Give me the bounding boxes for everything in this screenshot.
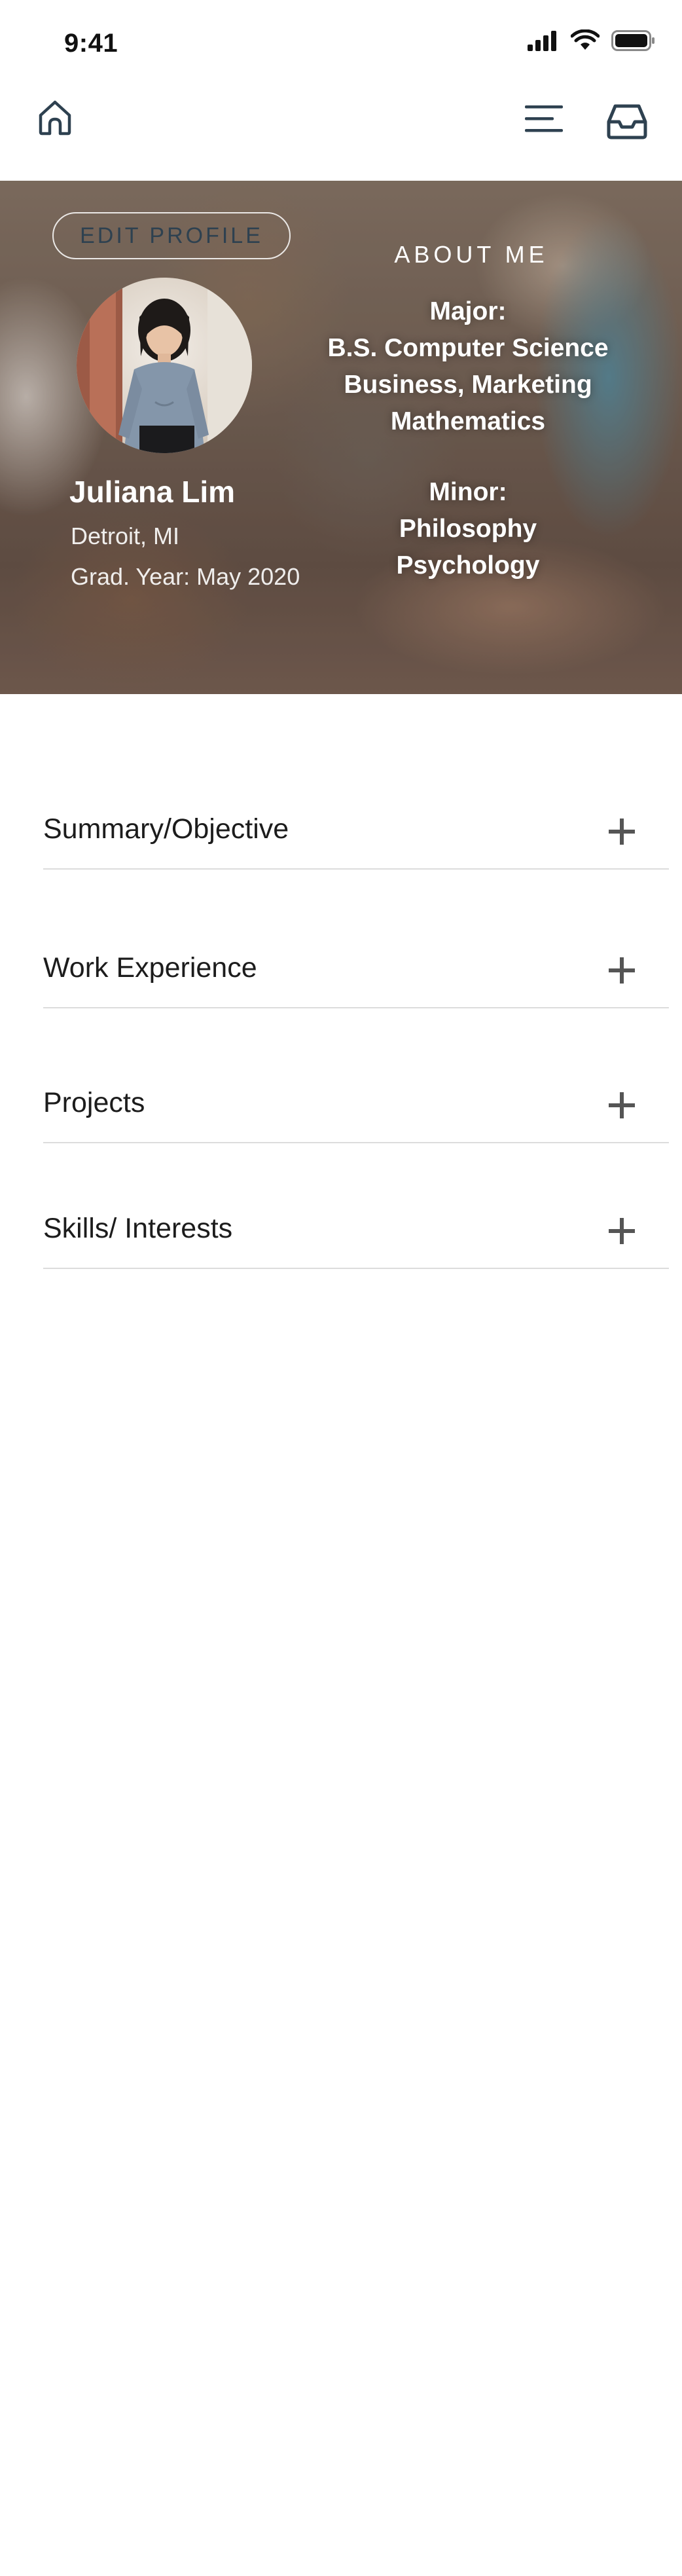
profile-name: Juliana Lim xyxy=(69,475,236,509)
section-summary-objective[interactable]: Summary/Objective xyxy=(43,809,669,870)
profile-grad-year: Grad. Year: May 2020 xyxy=(71,563,300,590)
plus-icon[interactable] xyxy=(602,811,641,850)
minor-label: Minor: xyxy=(429,478,507,506)
avatar xyxy=(77,278,252,453)
minor-item: Philosophy xyxy=(399,515,537,543)
major-label: Major: xyxy=(429,297,507,325)
status-time: 9:41 xyxy=(64,29,118,58)
signal-icon xyxy=(526,30,559,54)
plus-icon[interactable] xyxy=(602,1084,641,1124)
section-label: Skills/ Interests xyxy=(43,1213,233,1244)
hamburger-menu-icon[interactable] xyxy=(518,93,571,145)
minor-block: Minor: Philosophy Psychology xyxy=(308,474,628,584)
battery-icon xyxy=(611,29,656,54)
wifi-icon xyxy=(570,29,600,55)
profile-location: Detroit, MI xyxy=(71,523,180,549)
section-label: Summary/Objective xyxy=(43,813,289,845)
major-item: B.S. Computer Science xyxy=(327,334,609,362)
major-item: Business, Marketing xyxy=(344,371,592,399)
section-label: Work Experience xyxy=(43,952,257,984)
plus-icon[interactable] xyxy=(602,1210,641,1249)
status-bar: 9:41 xyxy=(0,0,682,85)
top-nav-bar xyxy=(0,85,682,181)
inbox-tray-icon[interactable] xyxy=(601,96,653,148)
plus-icon[interactable] xyxy=(602,949,641,989)
home-icon[interactable] xyxy=(29,92,81,144)
major-item: Mathematics xyxy=(390,407,546,435)
section-label: Projects xyxy=(43,1087,145,1118)
section-projects[interactable]: Projects xyxy=(43,1083,669,1143)
major-block: Major: B.S. Computer Science Business, M… xyxy=(308,293,628,440)
section-work-experience[interactable]: Work Experience xyxy=(43,948,669,1008)
about-me-title: ABOUT ME xyxy=(394,241,548,268)
status-icons xyxy=(526,29,656,55)
profile-hero: EDIT PROFILE Juliana Lim Detroit, MI Gra… xyxy=(0,181,682,694)
section-skills-interests[interactable]: Skills/ Interests xyxy=(43,1209,669,1269)
minor-item: Psychology xyxy=(396,551,540,580)
edit-profile-button[interactable]: EDIT PROFILE xyxy=(52,212,291,259)
